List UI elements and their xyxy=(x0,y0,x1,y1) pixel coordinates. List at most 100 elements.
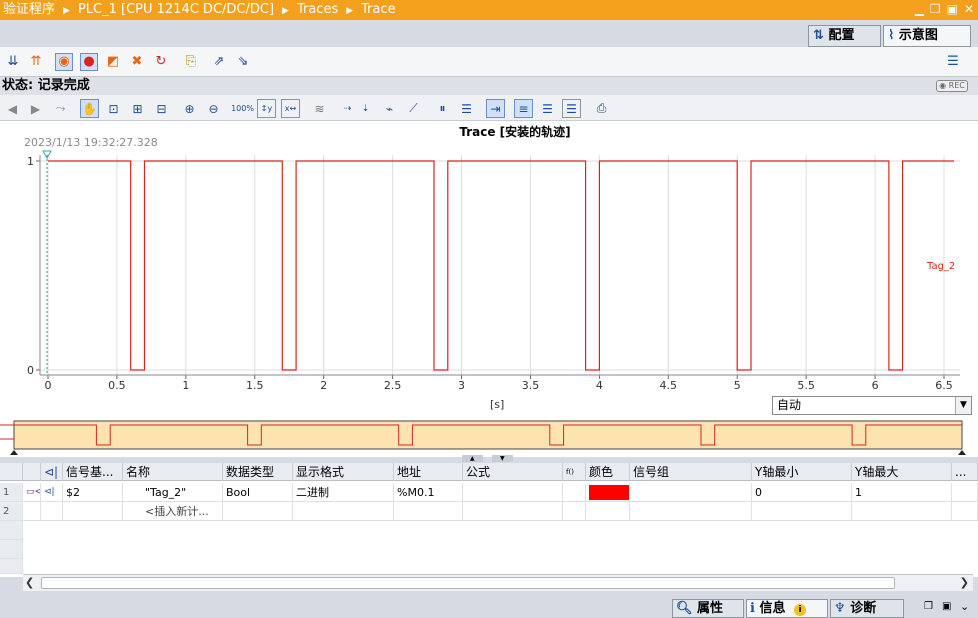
monitor-on-icon[interactable]: ◉ xyxy=(55,53,73,71)
header-rownum xyxy=(0,463,23,481)
refresh-icon[interactable]: ↻ xyxy=(152,53,170,71)
cell-address[interactable]: %M0.1 xyxy=(394,483,463,502)
insert-new-signal[interactable]: <插入新计... xyxy=(123,502,223,521)
align-left-icon[interactable]: ☰ xyxy=(538,99,557,118)
cell-ymin[interactable]: 0 xyxy=(752,483,852,502)
header-address[interactable]: 地址 xyxy=(394,463,463,481)
cell-group[interactable] xyxy=(630,483,752,502)
tab-info[interactable]: ℹ 信息 i xyxy=(746,599,828,618)
cell-format[interactable]: 二进制 xyxy=(293,483,394,502)
signal-visible-icon[interactable]: ⊲| xyxy=(41,483,63,502)
zoom-vertical-icon[interactable]: ⊞ xyxy=(128,99,147,118)
chart-svg[interactable]: 0 0.5 1 1.5 2 2.5 3 3.5 4 4.5 5 5.5 6 6.5 1 0 Tag_2 xyxy=(0,121,978,419)
cursor-options-icon[interactable]: ⇣ xyxy=(356,99,375,118)
cell-address[interactable] xyxy=(394,502,463,521)
breadcrumb-traces[interactable]: Traces xyxy=(297,2,338,17)
panel-close-icon[interactable]: ⌄ xyxy=(960,600,969,613)
tab-info-label: 信息 xyxy=(759,601,786,616)
horizontal-scrollbar[interactable]: ❮ ❯ xyxy=(23,574,973,591)
trace-chart[interactable]: Trace [安装的轨迹] 2023/1/13 19:32:27.328 0 0.… xyxy=(0,121,978,419)
align-right-icon[interactable]: ☰ xyxy=(562,99,581,118)
splitter-up-icon[interactable]: ▲ xyxy=(462,455,483,462)
scrollbar-thumb[interactable] xyxy=(41,577,895,589)
cell-color[interactable] xyxy=(586,502,630,521)
header-ymin[interactable]: Y轴最小 xyxy=(752,463,852,481)
overview-svg[interactable] xyxy=(0,419,978,457)
header-more[interactable]: ... xyxy=(952,463,978,481)
cell-ymin[interactable] xyxy=(752,502,852,521)
cell-formula[interactable] xyxy=(463,483,563,502)
cell-format[interactable] xyxy=(293,502,394,521)
header-base[interactable]: 信号基... xyxy=(63,463,123,481)
zoom-100-icon[interactable]: 100% xyxy=(231,99,254,118)
interpolation-icon[interactable]: ⟋ xyxy=(404,99,423,118)
header-color[interactable]: 颜色 xyxy=(586,463,630,481)
signal-table-icon[interactable]: ≡ xyxy=(514,99,533,118)
cell-color[interactable] xyxy=(586,483,630,502)
cell-formula[interactable] xyxy=(463,502,563,521)
zoom-out-icon[interactable]: ⊖ xyxy=(204,99,223,118)
upload-device-icon[interactable]: ⇈ xyxy=(27,53,45,71)
formula-editor-icon[interactable]: f() xyxy=(563,463,586,481)
scale-mode-select[interactable]: 自动 ▼ xyxy=(772,396,972,415)
zoom-history-icon[interactable]: ⤳ xyxy=(51,99,70,118)
tab-diagnostics[interactable]: ♆ 诊断 xyxy=(830,599,904,618)
download-device-icon[interactable]: ⇊ xyxy=(4,53,22,71)
tab-config[interactable]: ⇅ 配置 xyxy=(808,25,881,47)
horizontal-measure-icon[interactable]: ☰ xyxy=(457,99,476,118)
cell-group[interactable] xyxy=(630,502,752,521)
layout-icon[interactable]: ☰ xyxy=(944,53,962,71)
header-name[interactable]: 名称 xyxy=(123,463,223,481)
cell-ymax[interactable] xyxy=(852,502,952,521)
pan-hand-icon[interactable]: ✋ xyxy=(80,99,99,118)
forward-icon[interactable]: ▶ xyxy=(26,99,45,118)
add-to-measurements-icon[interactable]: ⎘ xyxy=(182,53,200,71)
restore-icon[interactable]: ❐ xyxy=(930,2,941,16)
maximize-icon[interactable]: ▣ xyxy=(947,2,958,16)
cell-name[interactable]: "Tag_2" xyxy=(123,483,223,502)
deactivate-recording-icon[interactable]: ✖ xyxy=(128,53,146,71)
export-icon[interactable]: ⇗ xyxy=(210,53,228,71)
scroll-left-icon[interactable]: ❮ xyxy=(25,576,34,589)
cell-base[interactable] xyxy=(63,502,123,521)
zoom-in-icon[interactable]: ⊕ xyxy=(180,99,199,118)
zoom-horizontal-icon[interactable]: ⊟ xyxy=(152,99,171,118)
breadcrumb-trace[interactable]: Trace xyxy=(361,2,396,17)
zoom-x-100-icon[interactable]: x↔ xyxy=(281,99,300,118)
zoom-y-100-icon[interactable]: ↕y xyxy=(257,99,276,118)
panel-maximize-icon[interactable]: ▣ xyxy=(942,601,951,612)
cell-ymax[interactable]: 1 xyxy=(852,483,952,502)
header-formula[interactable]: 公式 xyxy=(463,463,563,481)
scroll-right-icon[interactable]: ❯ xyxy=(960,576,969,589)
splitter-down-icon[interactable]: ▼ xyxy=(492,455,513,462)
overview-strip[interactable] xyxy=(0,419,978,457)
chevron-down-icon[interactable]: ▼ xyxy=(955,397,971,414)
cell-formula-btn[interactable] xyxy=(563,483,586,502)
cell-datatype[interactable] xyxy=(223,502,293,521)
close-icon[interactable]: ✕ xyxy=(964,2,974,16)
activate-recording-icon[interactable]: ◩ xyxy=(104,53,122,71)
header-datatype[interactable]: 数据类型 xyxy=(223,463,293,481)
print-icon[interactable]: ⎙ xyxy=(592,99,611,118)
vertical-measure-icon[interactable]: ⏸ xyxy=(433,99,452,118)
tab-properties[interactable]: 🔍︎ 属性 xyxy=(672,599,744,618)
signal-insert-icon[interactable]: ⇥ xyxy=(486,99,505,118)
cell-base[interactable]: $2 xyxy=(63,483,123,502)
import-icon[interactable]: ⇘ xyxy=(234,53,252,71)
monitor-trace-icon[interactable]: ● xyxy=(80,53,98,71)
header-ymax[interactable]: Y轴最大 xyxy=(852,463,952,481)
tab-diagram[interactable]: ⌇ 示意图 xyxy=(883,25,971,47)
minimize-icon[interactable]: ▁ xyxy=(915,2,924,16)
fit-signals-icon[interactable]: ≋ xyxy=(310,99,329,118)
time-cursor-icon[interactable]: ⇢ xyxy=(338,99,357,118)
breadcrumb-plc[interactable]: PLC_1 [CPU 1214C DC/DC/DC] xyxy=(78,2,274,17)
cell-datatype[interactable]: Bool xyxy=(223,483,293,502)
header-group[interactable]: 信号组 xyxy=(630,463,752,481)
back-icon[interactable]: ◀ xyxy=(3,99,22,118)
panel-restore-icon[interactable]: ❐ xyxy=(924,601,933,612)
breadcrumb-project[interactable]: 验证程序 xyxy=(3,2,55,17)
show-points-icon[interactable]: ⌁ xyxy=(380,99,399,118)
zoom-selection-icon[interactable]: ⊡ xyxy=(104,99,123,118)
color-swatch[interactable] xyxy=(589,485,629,500)
header-format[interactable]: 显示格式 xyxy=(293,463,394,481)
